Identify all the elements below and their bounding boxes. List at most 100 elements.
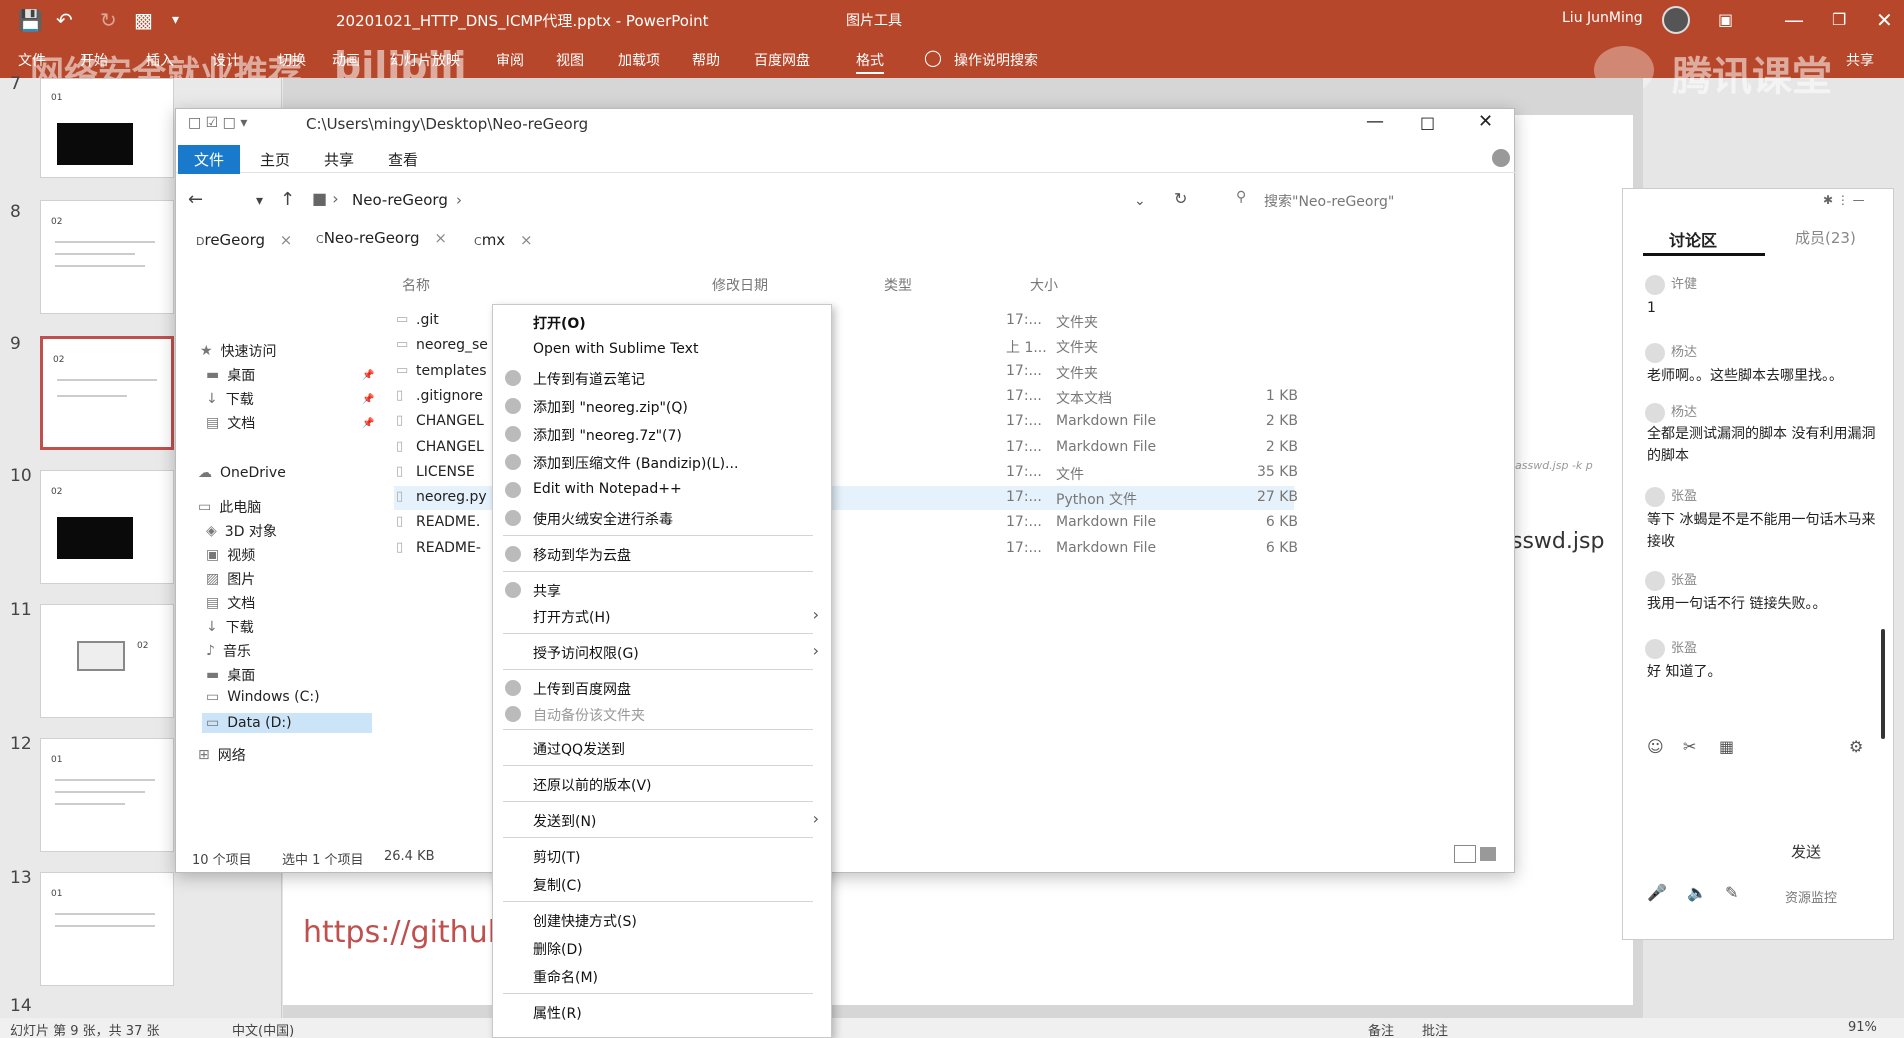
- nav-item[interactable]: ▤ 文档 📌: [206, 413, 374, 433]
- context-menu-item[interactable]: 添加到压缩文件 (Bandizip)(L)...: [533, 453, 738, 473]
- notes-button[interactable]: 备注: [1368, 1020, 1394, 1038]
- explorer-tab-file[interactable]: 文件: [178, 145, 241, 174]
- nav-item[interactable]: ▬ 桌面 📌: [206, 365, 374, 385]
- column-header-size[interactable]: 大小: [1030, 275, 1058, 295]
- settings-icon[interactable]: ⚙: [1849, 737, 1863, 756]
- language[interactable]: 中文(中国): [232, 1020, 294, 1038]
- nav-item[interactable]: ♪ 音乐: [206, 641, 251, 661]
- tell-me-search[interactable]: 操作说明搜索: [954, 50, 1038, 70]
- nav-item[interactable]: ▭ Windows (C:): [206, 689, 320, 705]
- avatar[interactable]: [1645, 402, 1665, 423]
- redo-icon[interactable]: ↻: [100, 8, 117, 32]
- context-menu-item[interactable]: 属性(R): [533, 1003, 582, 1023]
- send-button[interactable]: 发送: [1791, 841, 1821, 862]
- close-icon[interactable]: ✕: [1876, 8, 1893, 32]
- column-header-date[interactable]: 修改日期: [712, 275, 768, 295]
- context-menu-item[interactable]: 删除(D): [533, 939, 583, 959]
- context-menu-item[interactable]: 剪切(T): [533, 847, 580, 867]
- close-icon[interactable]: ×: [434, 229, 447, 247]
- nav-item[interactable]: ◈ 3D 对象: [206, 521, 277, 541]
- nav-item[interactable]: ▤ 文档: [206, 593, 255, 613]
- tab-discussion[interactable]: 讨论区: [1669, 227, 1717, 251]
- help-icon[interactable]: [1492, 149, 1510, 167]
- recent-locations-icon[interactable]: ▾: [256, 193, 263, 209]
- slide-thumbnail-11[interactable]: 02: [40, 604, 174, 718]
- address-dropdown-icon[interactable]: ⌄: [1134, 193, 1146, 209]
- nav-item[interactable]: ▨ 图片: [206, 569, 255, 589]
- context-menu-item[interactable]: 复制(C): [533, 875, 582, 895]
- tab-addins[interactable]: 加载项: [618, 50, 660, 70]
- explorer-minimize-icon[interactable]: —: [1366, 111, 1384, 132]
- tab-review[interactable]: 审阅: [496, 50, 524, 70]
- up-icon[interactable]: ↑: [280, 189, 295, 210]
- search-input[interactable]: 搜索"Neo-reGeorg": [1264, 191, 1394, 211]
- explorer-tab-home[interactable]: 主页: [260, 149, 290, 170]
- nav-item[interactable]: ▭ Data (D:): [202, 713, 372, 733]
- details-view-icon[interactable]: [1454, 845, 1476, 863]
- speaker-icon[interactable]: 🔈: [1687, 883, 1707, 902]
- slide-thumbnail-13[interactable]: 01: [40, 872, 174, 986]
- ribbon-display-icon[interactable]: ▣: [1718, 10, 1733, 29]
- tab-format[interactable]: 格式: [856, 50, 884, 74]
- slide-thumbnail-9-selected[interactable]: 02: [40, 336, 174, 450]
- nav-item[interactable]: ▣ 视频: [206, 545, 255, 565]
- back-icon[interactable]: ←: [188, 189, 203, 210]
- context-menu-item[interactable]: 打开(O): [533, 313, 586, 333]
- large-icons-view-icon[interactable]: [1480, 847, 1496, 861]
- user-name[interactable]: Liu JunMing: [1562, 10, 1643, 26]
- emoji-icon[interactable]: ☺: [1647, 737, 1664, 756]
- slide-thumbnail-12[interactable]: 01: [40, 738, 174, 852]
- context-menu-item[interactable]: 授予访问权限(G): [533, 643, 639, 663]
- context-menu-item[interactable]: 添加到 "neoreg.zip"(Q): [533, 397, 688, 417]
- quick-tab-mx[interactable]: Cmx ×: [474, 231, 533, 249]
- explorer-close-icon[interactable]: ✕: [1478, 111, 1493, 132]
- undo-icon[interactable]: ↶: [56, 8, 73, 32]
- breadcrumb[interactable]: Neo-reGeorg: [352, 191, 448, 209]
- avatar[interactable]: [1645, 638, 1665, 659]
- context-menu-item[interactable]: 共享: [533, 581, 561, 601]
- pin-icon[interactable]: 📌: [362, 418, 374, 429]
- explorer-maximize-icon[interactable]: □: [1420, 113, 1435, 132]
- explorer-tab-share[interactable]: 共享: [324, 149, 354, 170]
- close-icon[interactable]: ×: [280, 231, 293, 249]
- refresh-icon[interactable]: ↻: [1174, 189, 1187, 208]
- pen-icon[interactable]: ✎: [1725, 883, 1738, 902]
- resource-monitor[interactable]: 资源监控: [1785, 887, 1837, 906]
- context-menu-item[interactable]: 还原以前的版本(V): [533, 775, 652, 795]
- nav-item[interactable]: ↓ 下载: [206, 617, 254, 637]
- context-menu-item[interactable]: 移动到华为云盘: [533, 545, 631, 565]
- context-menu-item[interactable]: 通过QQ发送到: [533, 739, 625, 759]
- quick-tab-regeorg[interactable]: DreGeorg ×: [196, 231, 292, 249]
- context-menu-item[interactable]: 上传到有道云笔记: [533, 369, 645, 389]
- avatar[interactable]: [1645, 570, 1665, 591]
- avatar[interactable]: [1662, 6, 1690, 34]
- context-menu-item[interactable]: 打开方式(H): [533, 607, 610, 627]
- microphone-icon[interactable]: 🎤: [1647, 883, 1667, 902]
- column-header-type[interactable]: 类型: [884, 275, 912, 295]
- tab-view[interactable]: 视图: [556, 50, 584, 70]
- explorer-tab-view[interactable]: 查看: [388, 149, 418, 170]
- context-menu-item[interactable]: 上传到百度网盘: [533, 679, 631, 699]
- customize-icon[interactable]: ▾: [172, 12, 179, 28]
- share-button[interactable]: 共享: [1846, 50, 1874, 70]
- context-menu-item[interactable]: 创建快捷方式(S): [533, 911, 637, 931]
- nav-item[interactable]: ↓ 下载 📌: [206, 389, 374, 409]
- context-menu-item[interactable]: 重命名(M): [533, 967, 598, 987]
- context-menu-item[interactable]: 自动备份该文件夹: [533, 705, 645, 725]
- avatar[interactable]: [1645, 342, 1665, 363]
- chat-window-controls-icon[interactable]: ✱ ⋮ —: [1823, 193, 1865, 207]
- nav-item[interactable]: ★ 快速访问: [200, 341, 277, 361]
- slide-thumbnail-10[interactable]: 02: [40, 470, 174, 584]
- nav-item[interactable]: ☁ OneDrive: [198, 465, 286, 481]
- nav-item[interactable]: ▬ 桌面: [206, 665, 255, 685]
- context-menu-item[interactable]: Open with Sublime Text: [533, 341, 698, 357]
- slide-thumbnail-8[interactable]: 02: [40, 200, 174, 314]
- breadcrumb-chevron-icon[interactable]: ›: [456, 191, 462, 209]
- avatar[interactable]: [1645, 486, 1665, 507]
- minimize-icon[interactable]: —: [1784, 8, 1804, 32]
- comments-button[interactable]: 批注: [1422, 1020, 1448, 1038]
- context-menu-item[interactable]: Edit with Notepad++: [533, 481, 682, 497]
- context-menu-item[interactable]: 添加到 "neoreg.7z"(7): [533, 425, 682, 445]
- nav-item[interactable]: ▭ 此电脑: [198, 497, 261, 517]
- tab-help[interactable]: 帮助: [692, 50, 720, 70]
